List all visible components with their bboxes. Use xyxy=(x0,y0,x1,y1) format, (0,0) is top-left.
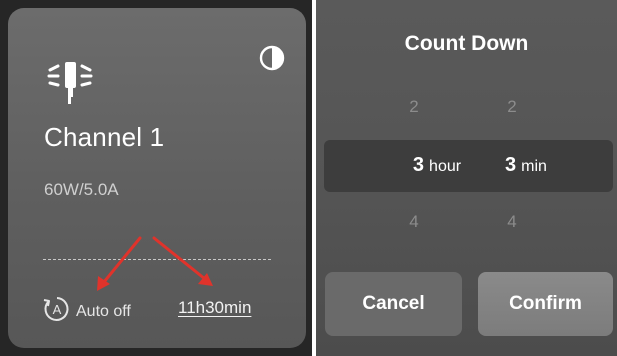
half-circle-icon[interactable] xyxy=(258,44,286,72)
timer-link[interactable]: 11h30min xyxy=(178,298,251,318)
confirm-button[interactable]: Confirm xyxy=(478,272,613,336)
channel-spec: 60W/5.0A xyxy=(44,180,119,199)
minute-option-below-value: 4 xyxy=(507,212,517,231)
screenshot-stage: Channel 1 60W/5.0A A Auto off 11h30min C… xyxy=(0,0,617,356)
dialog-title: Count Down xyxy=(404,32,529,55)
auto-a-icon-letter: A xyxy=(53,302,62,317)
minute-option-below[interactable]: 4 xyxy=(462,212,562,240)
confirm-button-label: Confirm xyxy=(509,293,582,314)
channel-card[interactable]: Channel 1 60W/5.0A A Auto off 11h30min xyxy=(8,8,306,348)
auto-off-label: Auto off xyxy=(76,303,131,320)
hour-option-below-value: 4 xyxy=(409,212,419,231)
hour-option-below[interactable]: 4 xyxy=(364,212,464,240)
minute-option-above-value: 2 xyxy=(507,97,517,116)
cancel-button[interactable]: Cancel xyxy=(325,272,462,336)
count-down-dialog: Count Down 2 3 hour 4 2 3 min 4 Cancel C… xyxy=(316,0,617,356)
minute-selected-value: 3 xyxy=(505,154,517,176)
hour-unit-label: hour xyxy=(429,158,462,175)
hour-selected-value: 3 xyxy=(412,154,425,176)
hour-option-above-value: 2 xyxy=(409,97,419,116)
hour-option-selected[interactable]: 3 hour xyxy=(387,154,487,182)
channel-panel: Channel 1 60W/5.0A A Auto off 11h30min xyxy=(0,0,312,356)
divider xyxy=(43,259,271,260)
minute-unit-label: min xyxy=(521,158,547,175)
minute-option-selected[interactable]: 3 min xyxy=(476,154,576,182)
minute-option-above[interactable]: 2 xyxy=(462,97,562,125)
cancel-button-label: Cancel xyxy=(362,293,425,314)
channel-title: Channel 1 xyxy=(44,122,165,152)
auto-off-button[interactable]: A Auto off xyxy=(42,292,131,326)
hour-option-above[interactable]: 2 xyxy=(364,97,464,125)
auto-a-icon: A xyxy=(43,297,69,321)
lamp-icon xyxy=(47,62,93,104)
